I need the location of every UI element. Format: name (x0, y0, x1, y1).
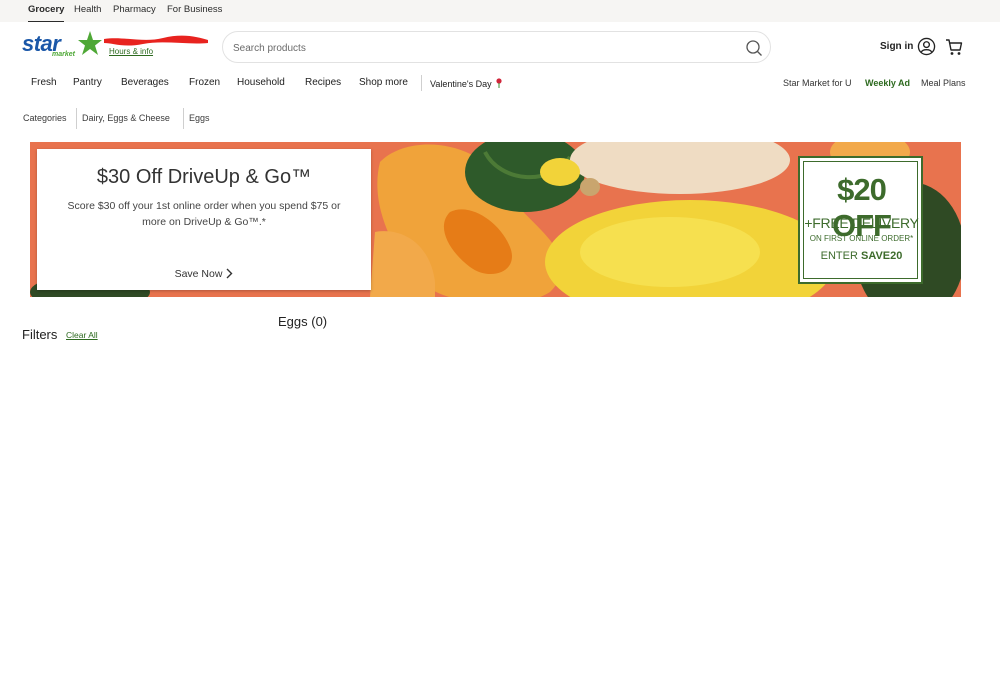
breadcrumb-dairy-eggs-cheese[interactable]: Dairy, Eggs & Cheese (82, 113, 170, 123)
breadcrumb-separator (76, 108, 77, 129)
nav-recipes[interactable]: Recipes (305, 77, 341, 89)
hours-info-link[interactable]: Hours & info (109, 47, 153, 56)
logo-subtext: market (52, 51, 75, 58)
search-icon[interactable] (745, 39, 763, 57)
utility-tab-grocery[interactable]: Grocery (28, 0, 65, 22)
store-logo[interactable]: star market (22, 31, 102, 61)
search-input[interactable] (233, 39, 733, 57)
breadcrumb-eggs: Eggs (189, 113, 210, 123)
save-now-link[interactable]: Save Now (37, 268, 371, 280)
promo-title: $30 Off DriveUp & Go™ (96, 166, 312, 188)
nav-weekly-ad[interactable]: Weekly Ad (865, 78, 910, 88)
sign-in-link[interactable]: Sign in (880, 41, 913, 52)
nav-seasonal-label: Valentine's Day (430, 79, 492, 89)
utility-tab-pharmacy[interactable]: Pharmacy (113, 0, 156, 22)
promo-card[interactable]: $30 Off DriveUp & Go™ Score $30 off your… (37, 149, 371, 290)
coupon-enter-label: ENTER (820, 250, 858, 262)
coupon-code: SAVE20 (860, 250, 903, 262)
utility-bar: Grocery Health Pharmacy For Business (0, 0, 1000, 22)
breadcrumb-separator (183, 108, 184, 129)
nav-frozen[interactable]: Frozen (189, 77, 220, 89)
nav-star-market-for-u[interactable]: Star Market for U (783, 78, 852, 88)
nav-valentines-day[interactable]: Valentine's Day (430, 78, 503, 89)
breadcrumb-categories[interactable]: Categories (23, 113, 67, 123)
nav-fresh[interactable]: Fresh (31, 77, 57, 89)
cart-icon[interactable] (945, 38, 963, 56)
nav-beverages[interactable]: Beverages (121, 77, 169, 89)
star-logo-icon (78, 31, 102, 55)
chevron-right-icon (226, 268, 233, 279)
coupon-first-order: ON FIRST ONLINE ORDER* (809, 234, 914, 243)
utility-tab-health[interactable]: Health (74, 0, 101, 22)
coupon-badge: $20 OFF +FREE DELIVERY ON FIRST ONLINE O… (798, 156, 923, 284)
nav-meal-plans[interactable]: Meal Plans (921, 78, 966, 88)
coupon-free-delivery: +FREE DELIVERY (804, 215, 919, 231)
clear-all-filters-link[interactable]: Clear All (66, 330, 98, 340)
nav-household[interactable]: Household (237, 77, 285, 89)
nav-pantry[interactable]: Pantry (73, 77, 102, 89)
redacted-store-name (104, 35, 208, 46)
nav-divider (421, 75, 422, 91)
promo-description: Score $30 off your 1st online order when… (67, 200, 341, 228)
rose-icon (495, 78, 502, 88)
nav-shop-more[interactable]: Shop more (359, 77, 408, 89)
search-box[interactable] (222, 31, 771, 63)
coupon-inner-border: $20 OFF +FREE DELIVERY ON FIRST ONLINE O… (803, 161, 919, 279)
coupon-enter-code: ENTER SAVE20 (804, 250, 919, 262)
save-now-label: Save Now (174, 268, 223, 280)
utility-tab-for-business[interactable]: For Business (167, 0, 222, 22)
account-icon[interactable] (917, 37, 936, 56)
results-count-heading: Eggs (0) (278, 314, 328, 329)
filters-heading: Filters (22, 327, 58, 342)
